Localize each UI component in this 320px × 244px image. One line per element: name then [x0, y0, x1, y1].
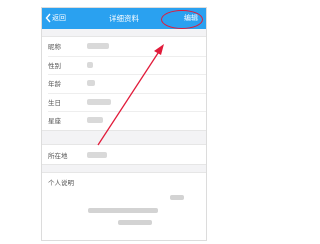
phone-screen: 返回 详细资料 编辑 昵称 性别 年龄 生日 星座 所在地 个人说明 [41, 7, 207, 241]
annotation-arrow [97, 44, 164, 146]
